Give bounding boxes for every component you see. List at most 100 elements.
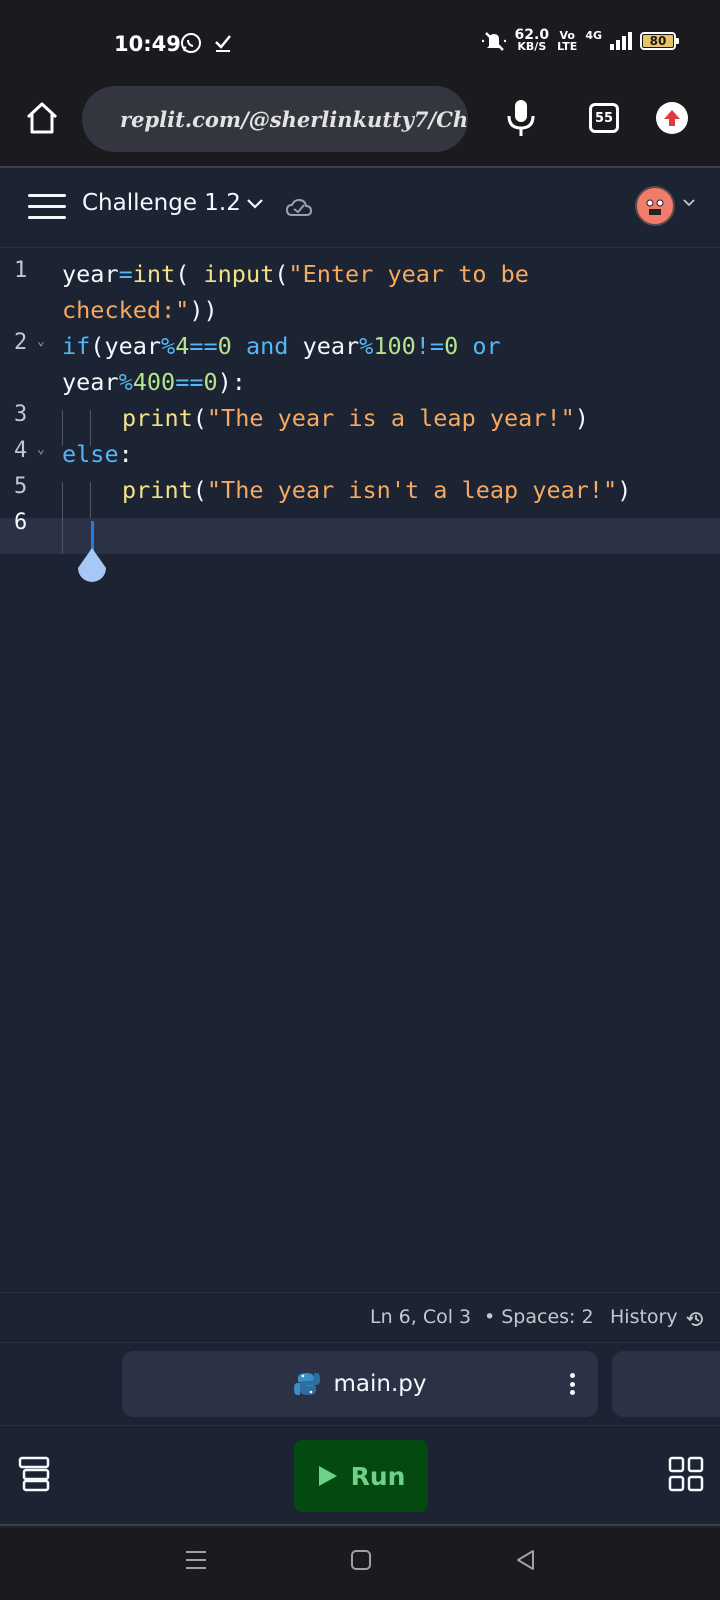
token: year: [104, 332, 162, 360]
fold-chevron-icon[interactable]: ⌄: [37, 334, 45, 349]
recents-icon[interactable]: [184, 1548, 208, 1572]
kebab-menu-icon[interactable]: [570, 1373, 576, 1395]
token: year: [302, 332, 360, 360]
system-icons: 62.0 KB/S Vo LTE 4G 80: [481, 28, 679, 53]
token: ==: [175, 368, 204, 396]
play-icon: [318, 1466, 337, 1486]
browser-toolbar: replit.com/@sherlinkutty7/Ch 55: [0, 86, 720, 168]
notification-icons: [180, 32, 232, 54]
token: 0: [444, 332, 459, 360]
token: year: [62, 260, 119, 288]
token: 0: [217, 332, 232, 360]
code-line-3[interactable]: print("The year is a leap year!"): [122, 400, 589, 437]
back-icon[interactable]: [514, 1548, 536, 1572]
token: (: [274, 260, 289, 288]
stack-icon[interactable]: [18, 1456, 50, 1492]
mute-icon: [481, 32, 506, 51]
code-editor[interactable]: 1 year=int( input("Enter year to be chec…: [0, 250, 720, 1290]
chevron-down-icon[interactable]: [246, 198, 264, 210]
code-line-2[interactable]: if(year%4==0 and year%100!=0 or: [62, 328, 501, 365]
line-number: 1: [14, 258, 28, 283]
file-tab-partial[interactable]: [612, 1351, 720, 1417]
net-speed: 62.0 KB/S: [515, 28, 550, 53]
token: year: [62, 368, 119, 396]
code-line-2-wrap[interactable]: year%400==0):: [62, 364, 246, 401]
token: 0: [203, 368, 218, 396]
line-number: 6: [14, 510, 28, 535]
token: !=: [415, 332, 445, 360]
tabs-button[interactable]: 55: [589, 103, 619, 133]
token: %: [118, 368, 133, 396]
home-icon[interactable]: [24, 100, 60, 136]
whatsapp-icon: [181, 33, 201, 53]
token: checked:": [62, 296, 190, 324]
signal-icon: [610, 32, 632, 50]
avatar[interactable]: [635, 186, 675, 226]
run-label: Run: [350, 1461, 406, 1491]
token: (: [192, 476, 207, 504]
token: :: [118, 440, 133, 468]
code-line-1-wrap[interactable]: checked:")): [62, 292, 218, 329]
token: else: [62, 440, 119, 468]
history-label: History: [610, 1306, 678, 1328]
token: 400: [132, 368, 176, 396]
token: "Enter year to be: [288, 260, 529, 288]
indent-guide: [62, 482, 63, 554]
battery-icon: 80: [640, 32, 679, 50]
fold-chevron-icon[interactable]: ⌄: [37, 442, 45, 457]
cursor-handle[interactable]: [75, 546, 109, 586]
line-number: 3: [14, 402, 28, 427]
editor-status-line: Ln 6, Col 3 • Spaces: 2 History: [0, 1292, 720, 1342]
token: "The year isn't a leap year!": [206, 476, 618, 504]
token: int: [132, 260, 176, 288]
url-text[interactable]: replit.com/@sherlinkutty7/Ch: [120, 107, 468, 132]
token: ): [574, 404, 589, 432]
volte: Vo LTE: [557, 30, 577, 52]
history-button[interactable]: History: [610, 1306, 678, 1328]
history-icon[interactable]: [686, 1309, 706, 1329]
status-bar: 10:49 62.0 KB/S Vo LTE 4G 80: [0, 0, 720, 86]
system-nav-bar: [0, 1528, 720, 1600]
cloud-check-icon: [286, 198, 312, 216]
check-icon: [215, 35, 231, 52]
token: input: [203, 260, 275, 288]
bottom-toolbar: Run: [0, 1426, 720, 1526]
token: 4: [175, 332, 190, 360]
update-icon[interactable]: [656, 102, 688, 134]
battery-level: 80: [643, 34, 673, 48]
address-bar[interactable]: replit.com/@sherlinkutty7/Ch: [82, 86, 468, 152]
code-line-4[interactable]: else:: [62, 436, 133, 473]
menu-icon[interactable]: [28, 194, 66, 220]
net-speed-unit: KB/S: [517, 40, 547, 53]
run-button[interactable]: Run: [294, 1440, 428, 1512]
token: (: [192, 404, 207, 432]
token: "The year is a leap year!": [206, 404, 575, 432]
code-line-5[interactable]: print("The year isn't a leap year!"): [122, 472, 631, 509]
code-line-1[interactable]: year=int( input("Enter year to be: [62, 256, 529, 293]
token: %: [359, 332, 374, 360]
token: print: [122, 404, 193, 432]
token: (: [175, 260, 190, 288]
token: )): [189, 296, 218, 324]
chevron-down-icon[interactable]: [682, 198, 696, 208]
token: ==: [189, 332, 218, 360]
token: =: [118, 260, 133, 288]
line-number: 5: [14, 474, 28, 499]
indent-guide: [90, 482, 91, 518]
token: %: [161, 332, 176, 360]
indent-settings[interactable]: • Spaces: 2: [484, 1306, 594, 1328]
line-number: 2: [14, 330, 28, 355]
volte-bottom: LTE: [557, 40, 578, 53]
repl-title[interactable]: Challenge 1.2: [82, 190, 241, 216]
clock: 10:49: [114, 32, 181, 56]
token: ): [617, 476, 632, 504]
grid-icon[interactable]: [668, 1456, 704, 1492]
microphone-icon[interactable]: [506, 98, 536, 138]
cursor-position[interactable]: Ln 6, Col 3: [370, 1306, 471, 1328]
home-nav-icon[interactable]: [350, 1548, 372, 1572]
token: if: [62, 332, 91, 360]
file-tab-name: main.py: [333, 1371, 427, 1397]
app-header: Challenge 1.2: [0, 168, 720, 248]
file-tab-main-py[interactable]: main.py: [122, 1351, 598, 1417]
